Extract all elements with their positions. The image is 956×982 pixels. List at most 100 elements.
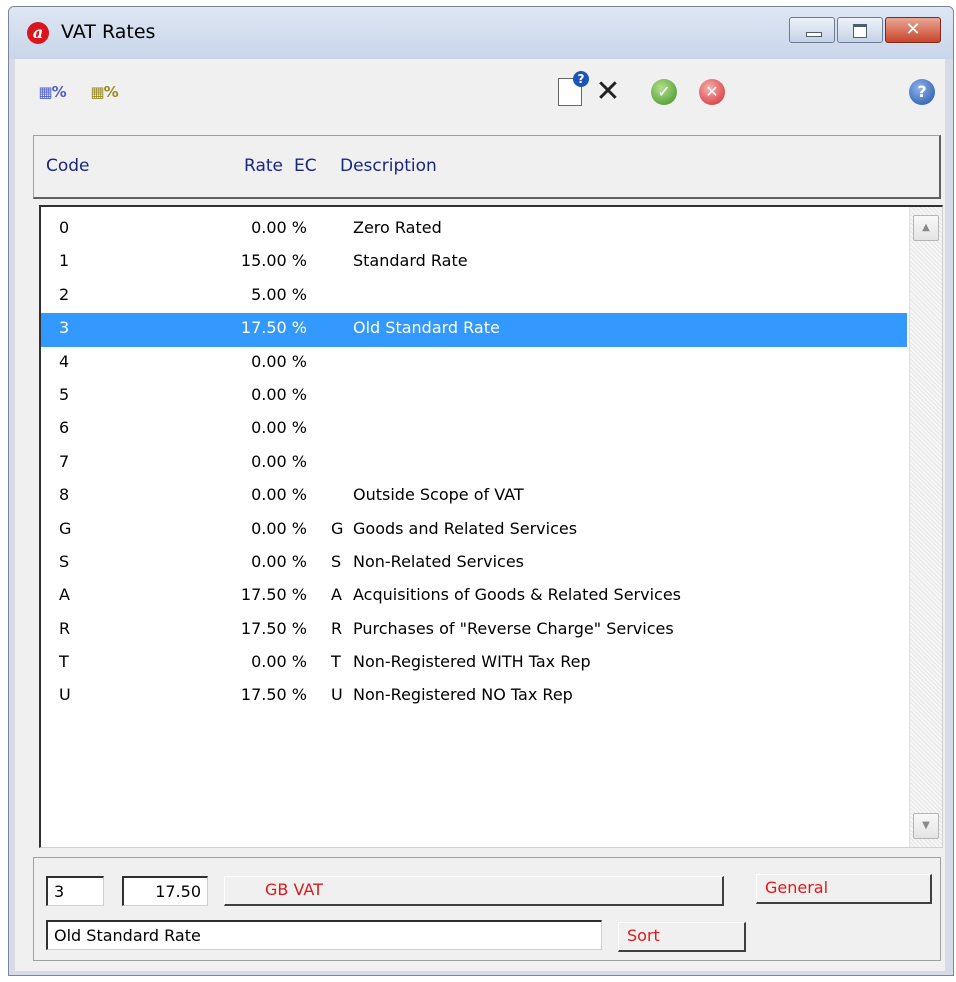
row-rate: 15.00 % — [240, 251, 307, 271]
row-rate: 0.00 % — [251, 418, 307, 438]
row-rate: 0.00 % — [251, 551, 307, 571]
table-row[interactable]: R 17.50 % R Purchases of "Reverse Charge" S… — [41, 614, 907, 647]
help-icon: ? — [909, 79, 935, 105]
row-code: 0 — [59, 218, 70, 237]
minimize-icon — [806, 32, 822, 37]
row-description: Non-Registered WITH Tax Rep — [353, 652, 591, 672]
table-row[interactable]: T 0.00 % T Non-Registered WITH Tax Rep — [41, 647, 907, 680]
table-row[interactable]: 3 17.50 % Old Standard Rate — [41, 313, 907, 347]
row-code: 2 — [59, 284, 70, 304]
table-row[interactable]: U 17.50 % U Non-Registered NO Tax Rep — [41, 680, 907, 713]
row-code: U — [59, 685, 71, 705]
toolbar: ▦% ▦% ? ✕ ✓ ✕ ? — [15, 59, 945, 129]
column-header-ec[interactable]: EC — [294, 156, 317, 176]
document-help-button[interactable]: ? — [553, 71, 589, 109]
row-description: Purchases of "Reverse Charge" Services — [353, 618, 674, 638]
document-help-icon: ? — [558, 71, 589, 106]
row-code: 1 — [59, 251, 70, 271]
row-description: Non-Registered NO Tax Rep — [353, 685, 573, 705]
window-title: VAT Rates — [61, 21, 156, 43]
row-rate: 17.50 % — [240, 318, 307, 338]
table-row[interactable]: G 0.00 % G Goods and Related Services — [41, 514, 907, 547]
close-button[interactable]: ✕ — [885, 17, 941, 43]
row-rate: 0.00 % — [251, 485, 307, 505]
title-bar[interactable]: a VAT Rates ✕ — [9, 7, 953, 59]
close-icon: ✕ — [905, 19, 921, 40]
description-field[interactable]: Old Standard Rate — [46, 920, 602, 950]
row-description: Zero Rated — [353, 218, 442, 237]
table-row[interactable]: 4 0.00 % — [41, 347, 907, 380]
row-rate: 0.00 % — [251, 652, 307, 672]
row-description: Standard Rate — [353, 251, 468, 271]
vat-rates-window: a VAT Rates ✕ ▦% ▦% ? ✕ ✓ ✕ ? Code Rate … — [8, 6, 954, 976]
vat-type-button[interactable]: GB VAT — [224, 876, 724, 906]
row-code: 6 — [59, 418, 70, 438]
row-description: Goods and Related Services — [353, 518, 578, 538]
help-button[interactable]: ? — [905, 75, 939, 109]
row-code: A — [59, 585, 70, 605]
scroll-up-button[interactable]: ▲ — [913, 215, 939, 241]
category-button[interactable]: General — [756, 874, 932, 904]
table-row[interactable]: 6 0.00 % — [41, 413, 907, 446]
vat-percent-alt-icon: ▦% — [90, 83, 118, 101]
row-ec: R — [331, 618, 343, 638]
vat-rates-list[interactable]: 0 0.00 % Zero Rated 1 15.00 % Standard Rate 2 5… — [39, 205, 943, 848]
vat-rates-rows: 0 0.00 % Zero Rated 1 15.00 % Standard Rate 2 5… — [41, 213, 907, 714]
row-code: G — [59, 518, 72, 538]
maximize-icon — [853, 24, 867, 38]
row-ec: U — [331, 685, 343, 705]
row-rate: 0.00 % — [251, 518, 307, 538]
cancel-button[interactable]: ✕ — [695, 75, 729, 109]
scroll-down-button[interactable]: ▼ — [913, 813, 939, 839]
cancel-icon: ✕ — [699, 79, 725, 105]
vat-percent-button[interactable]: ▦% — [35, 75, 69, 109]
delete-button[interactable]: ✕ — [591, 75, 625, 109]
row-description: Outside Scope of VAT — [353, 485, 524, 505]
row-ec: S — [331, 551, 342, 571]
ok-icon: ✓ — [651, 79, 677, 105]
row-description: Acquisitions of Goods & Related Services — [353, 585, 681, 605]
column-header-rate[interactable]: Rate — [244, 156, 283, 176]
code-field[interactable]: 3 — [46, 876, 104, 906]
table-row[interactable]: 2 5.00 % — [41, 280, 907, 313]
row-rate: 0.00 % — [251, 384, 307, 404]
vat-percent-icon: ▦% — [38, 83, 66, 101]
table-row[interactable]: 0 0.00 % Zero Rated — [41, 213, 907, 246]
row-code: 5 — [59, 384, 70, 404]
row-rate: 17.50 % — [240, 585, 307, 605]
table-row[interactable]: 7 0.00 % — [41, 447, 907, 480]
table-row[interactable]: 1 15.00 % Standard Rate — [41, 246, 907, 279]
row-rate: 0.00 % — [251, 451, 307, 471]
row-rate: 5.00 % — [251, 284, 307, 304]
ok-button[interactable]: ✓ — [647, 75, 681, 109]
delete-icon: ✕ — [595, 74, 621, 109]
row-code: 8 — [59, 485, 70, 505]
column-header-code[interactable]: Code — [46, 156, 90, 176]
row-description: Old Standard Rate — [353, 318, 500, 338]
row-rate: 0.00 % — [251, 351, 307, 371]
table-row[interactable]: S 0.00 % S Non-Related Services — [41, 547, 907, 580]
row-code: 7 — [59, 451, 70, 471]
row-ec: A — [331, 585, 342, 605]
row-code: S — [59, 551, 70, 571]
column-header-description[interactable]: Description — [340, 156, 437, 176]
table-row[interactable]: 5 0.00 % — [41, 380, 907, 413]
window-content: ▦% ▦% ? ✕ ✓ ✕ ? Code Rate EC Description… — [15, 59, 945, 971]
maximize-button[interactable] — [837, 17, 883, 43]
rate-field[interactable]: 17.50 — [122, 876, 208, 906]
minimize-button[interactable] — [789, 17, 835, 43]
sort-button[interactable]: Sort — [618, 922, 746, 952]
row-code: 3 — [59, 318, 70, 338]
table-row[interactable]: A 17.50 % A Acquisitions of Goods & Related… — [41, 580, 907, 613]
row-ec: T — [331, 652, 341, 672]
row-code: 4 — [59, 351, 70, 371]
vertical-scrollbar[interactable]: ▲ ▼ — [909, 207, 942, 847]
column-header: Code Rate EC Description — [33, 135, 941, 199]
vat-percent-alt-button[interactable]: ▦% — [87, 75, 121, 109]
row-rate: 17.50 % — [240, 618, 307, 638]
app-logo-icon: a — [27, 22, 49, 44]
row-code: T — [59, 652, 69, 672]
row-rate: 17.50 % — [240, 685, 307, 705]
row-description: Non-Related Services — [353, 551, 524, 571]
table-row[interactable]: 8 0.00 % Outside Scope of VAT — [41, 480, 907, 513]
